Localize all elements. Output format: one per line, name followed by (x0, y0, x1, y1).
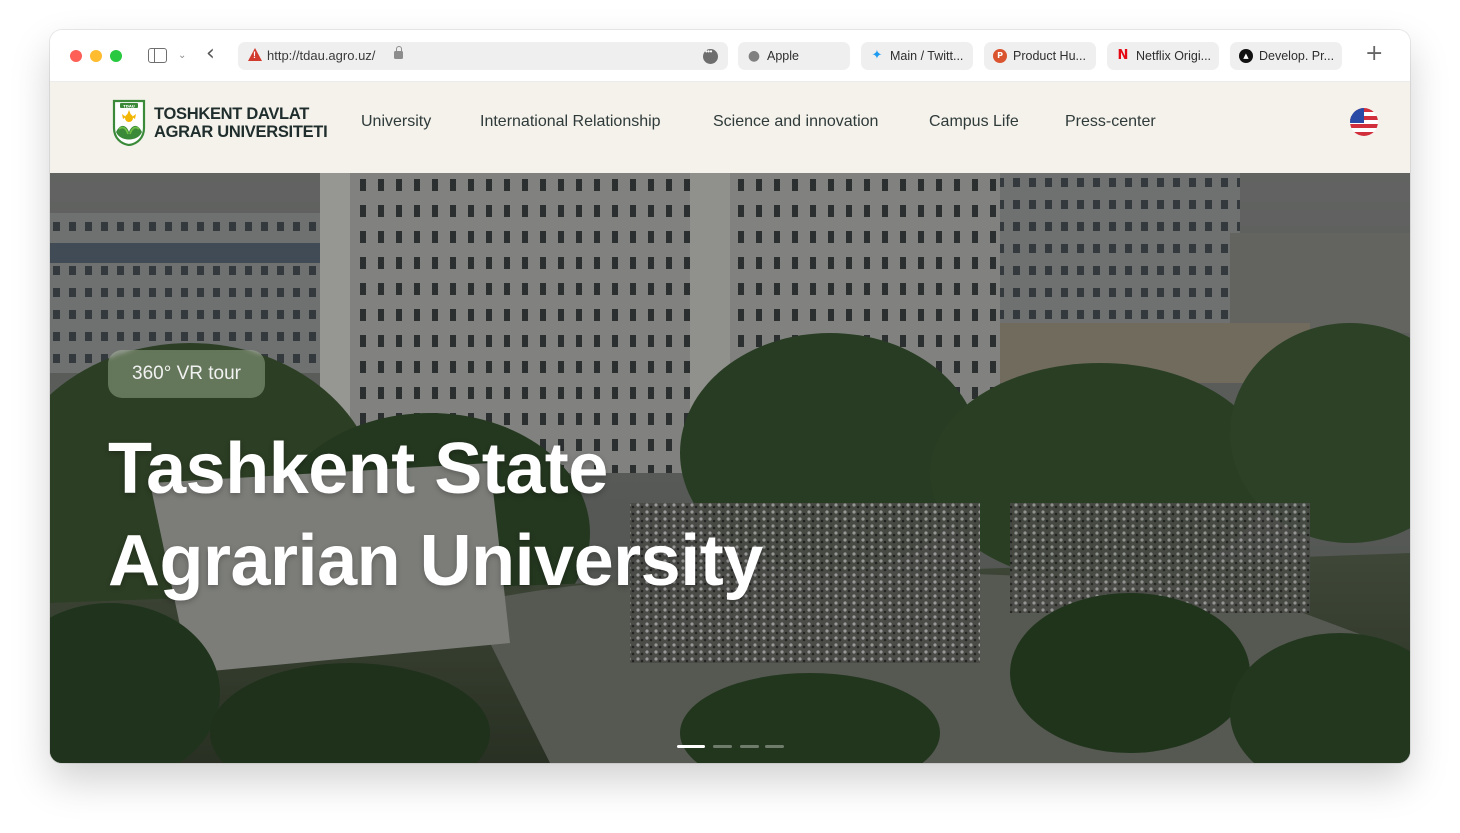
bookmark-label: Main / Twitt... (890, 49, 964, 63)
slide-dot-2[interactable] (713, 745, 732, 748)
bookmark-product-hunt[interactable]: P Product Hu... (984, 42, 1096, 70)
university-logo-text[interactable]: TOSHKENT DAVLAT AGRAR UNIVERSITETI (154, 105, 328, 141)
twitter-icon: ✦ (871, 48, 883, 63)
slide-dot-3[interactable] (740, 745, 759, 748)
netflix-icon: N (1117, 48, 1129, 63)
page-options-icon[interactable] (703, 47, 718, 64)
slide-dot-4[interactable] (765, 745, 784, 748)
nav-item-campus-life[interactable]: Campus Life (929, 113, 1019, 131)
bookmark-netflix[interactable]: N Netflix Origi... (1107, 42, 1219, 70)
bookmark-label: Netflix Origi... (1136, 49, 1212, 63)
us-flag-icon[interactable] (1350, 108, 1378, 136)
url-text[interactable]: http://tdau.agro.uz/ (267, 48, 375, 63)
logo-line-2: AGRAR UNIVERSITETI (154, 123, 328, 141)
bookmark-twitter[interactable]: ✦ Main / Twitt... (861, 42, 973, 70)
hero-title-line-1: Tashkent State (108, 429, 608, 509)
bookmark-label: Product Hu... (1013, 49, 1086, 63)
minimize-window-button[interactable] (90, 50, 102, 62)
product-hunt-icon: P (993, 49, 1007, 63)
bookmark-develop[interactable]: ▲ Develop. Pr... (1230, 42, 1342, 70)
develop-icon: ▲ (1239, 49, 1253, 63)
close-window-button[interactable] (70, 50, 82, 62)
bookmark-apple[interactable]: ● Apple (738, 42, 850, 70)
bookmark-label: Develop. Pr... (1259, 49, 1335, 63)
new-tab-button[interactable]: + (1365, 41, 1383, 67)
logo-line-1: TOSHKENT DAVLAT (154, 105, 309, 123)
warning-icon (248, 48, 262, 61)
sidebar-toggle-icon[interactable] (148, 48, 167, 63)
browser-toolbar: ⌄ ‹ http://tdau.agro.uz/ ● Apple ✦ Main … (50, 30, 1410, 82)
hero-title-line-2: Agrarian University (108, 521, 763, 601)
lock-icon (394, 46, 403, 59)
address-bar[interactable]: http://tdau.agro.uz/ (238, 42, 728, 70)
nav-item-press-center[interactable]: Press-center (1065, 113, 1156, 131)
logo-badge-text: TDAU (123, 103, 135, 108)
browser-window: ⌄ ‹ http://tdau.agro.uz/ ● Apple ✦ Main … (50, 30, 1410, 763)
back-button[interactable]: ‹ (206, 42, 215, 66)
nav-item-university[interactable]: University (361, 113, 431, 131)
hero-banner: 360° VR tour Tashkent State Agrarian Uni… (50, 173, 1410, 763)
university-logo-icon[interactable]: TDAU (111, 98, 147, 146)
slide-dot-1[interactable] (677, 745, 705, 748)
vr-tour-button[interactable]: 360° VR tour (108, 350, 265, 398)
site-header: TDAU TOSHKENT DAVLAT AGRAR UNIVERSITETI … (50, 82, 1410, 173)
apple-icon: ● (747, 48, 761, 64)
nav-item-international-relationship[interactable]: International Relationship (480, 113, 661, 131)
nav-item-science-and-innovation[interactable]: Science and innovation (713, 113, 878, 131)
hero-title: Tashkent State Agrarian University (108, 423, 763, 607)
chevron-down-icon[interactable]: ⌄ (178, 50, 186, 61)
maximize-window-button[interactable] (110, 50, 122, 62)
bookmark-label: Apple (767, 49, 799, 63)
